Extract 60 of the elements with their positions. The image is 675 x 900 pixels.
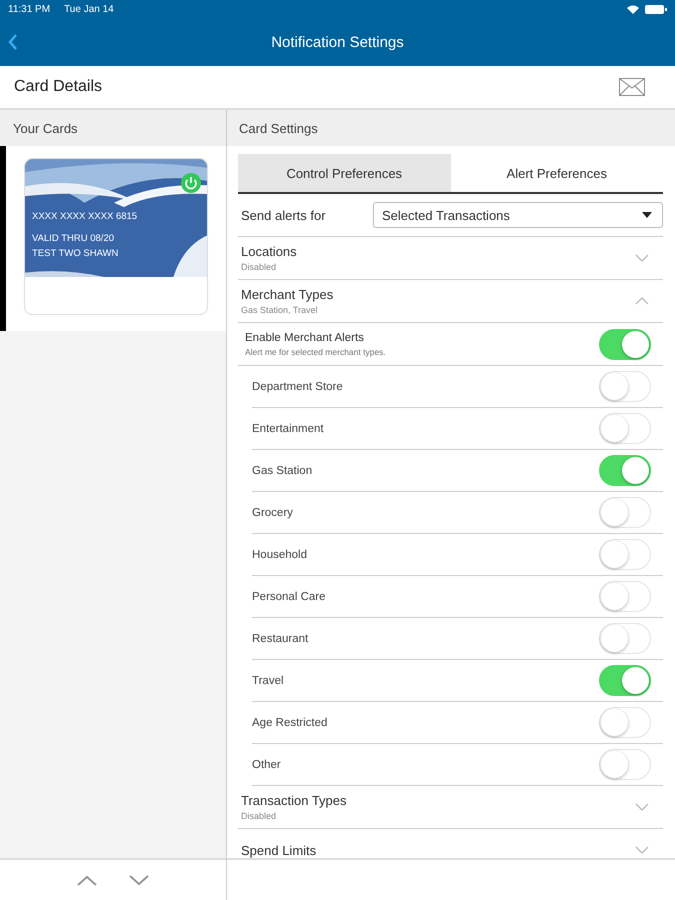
card-expiry: VALID THRU 08/20 [32, 233, 114, 244]
toggle-switch[interactable] [599, 413, 651, 444]
status-time: 11:31 PM [8, 4, 50, 14]
toggle-switch[interactable] [599, 455, 651, 486]
status-date: Tue Jan 14 [64, 4, 114, 14]
toggle-label: Entertainment [252, 422, 324, 434]
section-row[interactable]: Locations Disabled [238, 237, 663, 280]
section-row[interactable]: Spend Limits [238, 829, 663, 858]
wifi-icon [627, 4, 639, 14]
toggle-label: Personal Care [252, 590, 326, 602]
toggle-switch[interactable] [599, 665, 651, 696]
toggle-label: Restaurant [252, 632, 308, 644]
mail-button[interactable] [619, 78, 645, 96]
back-icon [8, 33, 18, 51]
section-summary: Disabled [241, 811, 278, 821]
toggle-switch[interactable] [599, 328, 651, 360]
toggle-switch[interactable] [599, 623, 651, 654]
alerts-dropdown[interactable]: Selected Transactions [373, 202, 663, 228]
dropdown-caret-icon [642, 212, 652, 218]
chevron-down-icon [129, 874, 149, 886]
section-title: Spend Limits [241, 842, 316, 858]
battery-icon [645, 4, 667, 14]
section-title: Locations [241, 244, 297, 259]
section-title: Merchant Types [241, 287, 334, 302]
chevron-down-icon [635, 846, 649, 854]
field-label: Send alerts for [241, 208, 327, 222]
section-summary: Gas Station, Travel [241, 305, 319, 315]
toggle-label: Department Store [252, 380, 343, 392]
chevron-down-icon [635, 803, 649, 811]
toggle-switch[interactable] [599, 581, 651, 612]
section-row[interactable]: Merchant Types Gas Station, Travel [238, 280, 663, 323]
toggle-label: Household [252, 548, 307, 560]
power-icon[interactable] [181, 173, 201, 193]
toggle-label: Gas Station [252, 464, 312, 476]
section-summary: Disabled [241, 262, 278, 272]
card-number: XXXX XXXX XXXX 6815 [32, 211, 138, 222]
toggle-label: Age Restricted [252, 716, 328, 728]
chevron-up-icon [635, 297, 649, 305]
column-header: Your Cards [0, 110, 226, 146]
chevron-up-icon [77, 874, 97, 886]
tab[interactable]: Control Preferences [238, 154, 450, 192]
toggle-label: Travel [252, 674, 284, 686]
screen-title: Notification Settings [271, 34, 404, 50]
section-title: Card Details [14, 78, 102, 96]
toggle-label: Grocery [252, 506, 293, 518]
toggle-switch[interactable] [599, 707, 651, 738]
section-title: Transaction Types [241, 793, 346, 808]
envelope-icon [619, 78, 645, 96]
toggle-switch[interactable] [599, 497, 651, 528]
column-header: Card Settings [227, 110, 675, 146]
toggle-switch[interactable] [599, 749, 651, 780]
toggle-switch[interactable] [599, 539, 651, 570]
toggle-label: Enable Merchant Alerts [245, 332, 365, 344]
chevron-down-icon [635, 254, 649, 262]
toggle-hint: Alert me for selected merchant types. [245, 346, 386, 356]
cardholder-name: TEST TWO SHAWN [32, 248, 118, 259]
toggle-switch[interactable] [599, 371, 651, 402]
section-row[interactable]: Transaction Types Disabled [238, 786, 663, 829]
next-card-button[interactable] [127, 872, 151, 888]
toggle-label: Other [252, 758, 281, 770]
